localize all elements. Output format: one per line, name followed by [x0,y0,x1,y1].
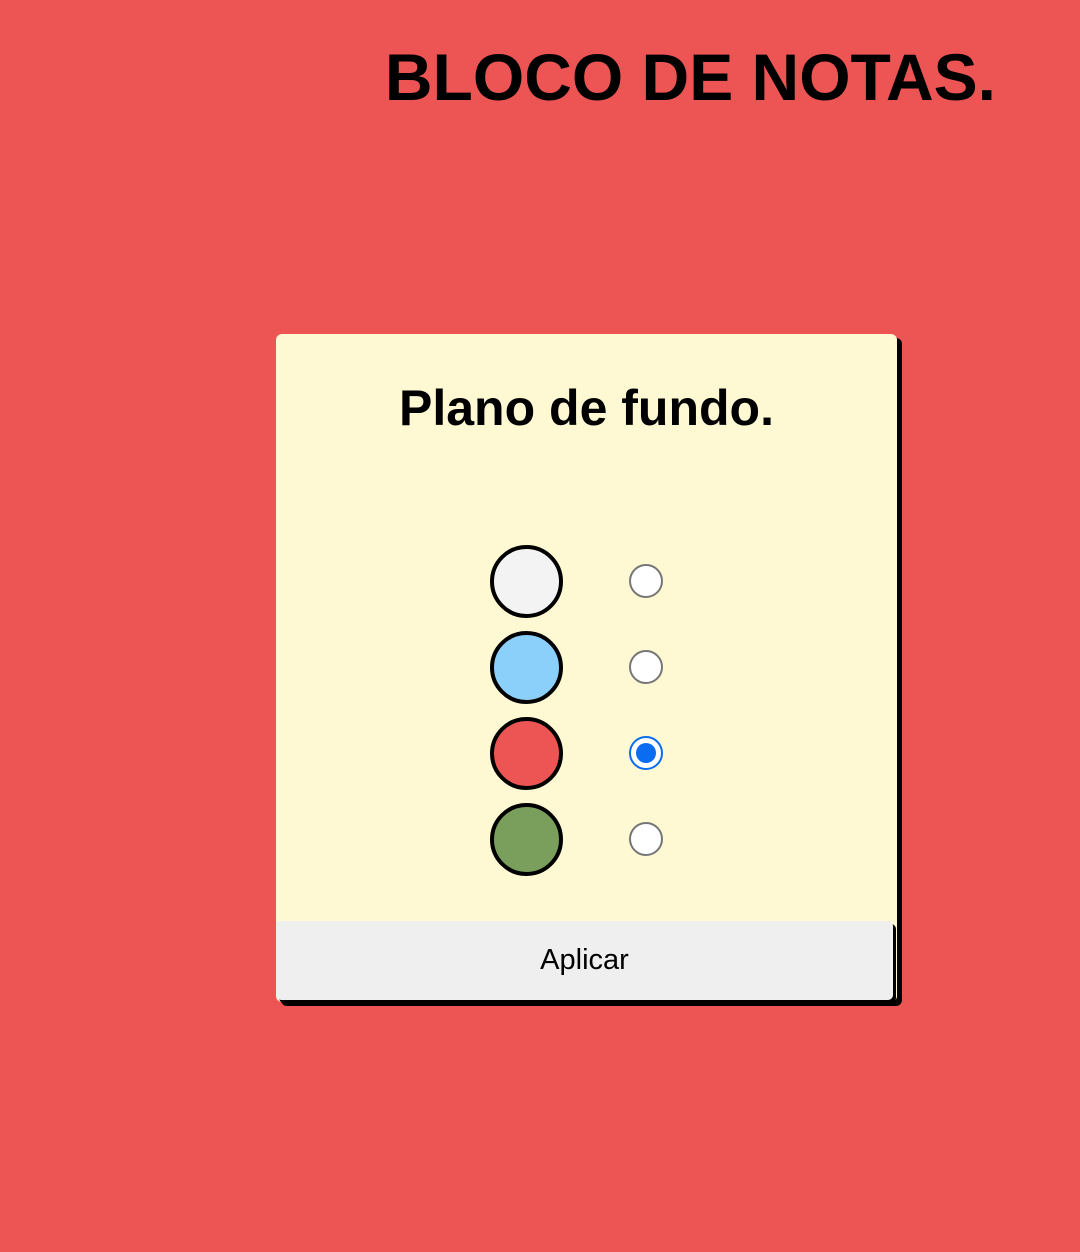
color-radio-blue[interactable] [629,650,663,684]
color-radio-red[interactable] [629,736,663,770]
color-option-row [490,545,690,619]
color-option-row [490,631,690,705]
color-option-row [490,803,690,877]
color-swatch-red [490,717,563,790]
color-radio-white[interactable] [629,564,663,598]
color-swatch-green [490,803,563,876]
color-option-row [490,717,690,791]
app-title: BLOCO DE NOTAS. [384,40,996,114]
color-radio-green[interactable] [629,822,663,856]
dialog-title: Plano de fundo. [399,380,774,436]
background-dialog: Plano de fundo. Aplicar [276,334,897,1002]
apply-button[interactable]: Aplicar [276,921,893,1000]
color-swatch-blue [490,631,563,704]
color-swatch-white [490,545,563,618]
